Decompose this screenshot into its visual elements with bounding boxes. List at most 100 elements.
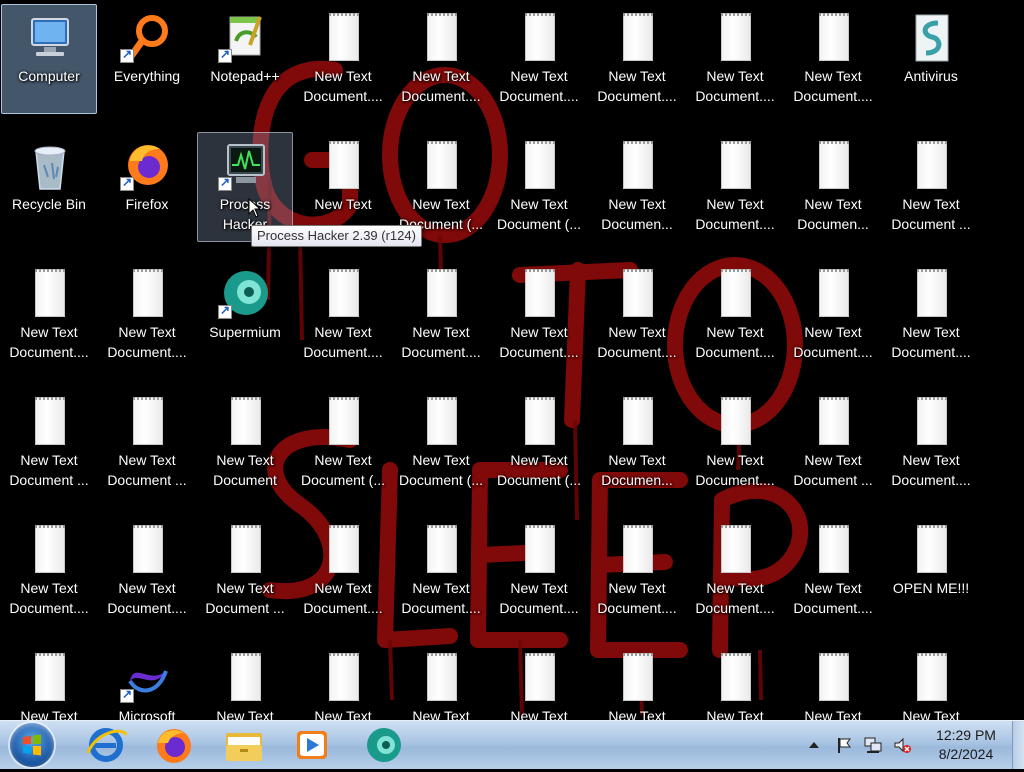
desktop-icon-new-text-document[interactable]: New Text Document.... bbox=[687, 132, 783, 242]
desktop-icon-label: Recycle Bin bbox=[12, 196, 86, 212]
text-document-icon bbox=[418, 139, 466, 193]
desktop-icon-new-text-document[interactable]: New Text Document.... bbox=[295, 4, 391, 114]
taskbar-media-player[interactable] bbox=[282, 723, 342, 767]
action-center-flag-icon[interactable] bbox=[834, 735, 854, 755]
internet-explorer-icon bbox=[86, 728, 128, 762]
desktop-icon-new-text-document[interactable]: New Text Document.... bbox=[1, 516, 97, 626]
media-player-icon bbox=[297, 731, 327, 759]
desktop-icon-new-text-document[interactable]: New Text Document.... bbox=[393, 260, 489, 370]
taskbar: 12:29 PM 8/2/2024 bbox=[0, 720, 1024, 769]
desktop-icon-new-text-document[interactable]: New Text Document.... bbox=[883, 260, 979, 370]
desktop-icon-antivirus[interactable]: Antivirus bbox=[883, 4, 979, 114]
desktop-icon-new-text[interactable]: New Text bbox=[687, 644, 783, 720]
taskbar-windows-explorer[interactable] bbox=[214, 723, 274, 767]
desktop-icon-new-text-document[interactable]: New Text Document.... bbox=[785, 516, 881, 626]
desktop-icon-new-text-document[interactable]: New Text Document ... bbox=[883, 132, 979, 242]
system-clock[interactable]: 12:29 PM 8/2/2024 bbox=[926, 726, 1006, 764]
text-document-icon bbox=[418, 395, 466, 449]
text-document-icon bbox=[516, 395, 564, 449]
taskbar-supermium[interactable] bbox=[354, 723, 414, 767]
desktop-icon-recycle-bin[interactable]: Recycle Bin bbox=[1, 132, 97, 242]
desktop-icon-new-text[interactable]: New Text bbox=[393, 644, 489, 720]
desktop-icon-new-text[interactable]: New Text bbox=[491, 644, 587, 720]
desktop-icon-new-text-document[interactable]: New Text Document.... bbox=[883, 388, 979, 498]
desktop-icon-new-text-document[interactable]: New Text Document.... bbox=[295, 516, 391, 626]
desktop-icon-label: Computer bbox=[18, 68, 80, 84]
desktop-icon-label: New Text Document.... bbox=[695, 68, 775, 104]
desktop-icon-new-text-document[interactable]: New Text Document.... bbox=[1, 260, 97, 370]
network-icon[interactable] bbox=[863, 735, 883, 755]
desktop-icon-new-text-document[interactable]: New Text Document bbox=[197, 388, 293, 498]
desktop-icon-new-text-document[interactable]: New Text Document.... bbox=[687, 260, 783, 370]
desktop-icon-new-text-document[interactable]: New Text Document.... bbox=[687, 388, 783, 498]
desktop-icon-new-text-document[interactable]: New Text Document.... bbox=[99, 260, 195, 370]
text-document-icon bbox=[908, 139, 956, 193]
desktop-icon-new-text-document[interactable]: New Text Document.... bbox=[785, 4, 881, 114]
desktop-icon-new-text-document[interactable]: New Text Document.... bbox=[491, 516, 587, 626]
desktop-icon-new-text-document[interactable]: New Text Document.... bbox=[491, 4, 587, 114]
desktop-icon-label: Supermium bbox=[209, 324, 281, 340]
desktop-icon-new-text-document[interactable]: New Text Document ... bbox=[197, 516, 293, 626]
text-document-icon bbox=[614, 395, 662, 449]
desktop-icon-new-text-document[interactable]: New Text Document (... bbox=[393, 388, 489, 498]
desktop-icon-new-text-documen[interactable]: New Text Documen... bbox=[589, 388, 685, 498]
desktop-icon-new-text-document[interactable]: New Text Document ... bbox=[785, 388, 881, 498]
desktop-icon-new-text[interactable]: New Text bbox=[785, 644, 881, 720]
desktop-icon-computer[interactable]: Computer bbox=[1, 4, 97, 114]
text-document-icon bbox=[320, 651, 368, 705]
recycle-icon bbox=[26, 139, 74, 193]
text-document-icon bbox=[908, 523, 956, 577]
desktop-icon-label: Antivirus bbox=[904, 68, 958, 84]
taskbar-internet-explorer[interactable] bbox=[76, 723, 136, 767]
desktop-icon-supermium[interactable]: Supermium bbox=[197, 260, 293, 370]
desktop-icon-label: New Text Document.... bbox=[597, 324, 677, 360]
desktop-icon-new-text-document[interactable]: New Text Document.... bbox=[687, 516, 783, 626]
start-button[interactable] bbox=[10, 723, 54, 767]
desktop-icon-label: New Text Document ... bbox=[205, 580, 285, 616]
desktop-icon-new-text[interactable]: New Text bbox=[295, 644, 391, 720]
desktop-icon-new-text-document[interactable]: New Text Document (... bbox=[295, 388, 391, 498]
volume-muted-icon[interactable] bbox=[892, 735, 912, 755]
process-hacker-tooltip: Process Hacker 2.39 (r124) bbox=[251, 225, 422, 247]
desktop-icon-label: New Text bbox=[314, 708, 372, 720]
desktop-icon-label: New Text Document.... bbox=[303, 580, 383, 616]
show-desktop-button[interactable] bbox=[1012, 721, 1024, 769]
desktop-icon-new-text[interactable]: New Text bbox=[589, 644, 685, 720]
desktop-icon-new-text-document[interactable]: New Text Document.... bbox=[589, 260, 685, 370]
text-document-icon bbox=[614, 139, 662, 193]
desktop-icon-new-text-document[interactable]: New Text Document.... bbox=[393, 516, 489, 626]
desktop-icon-new-text-document[interactable]: New Text Document.... bbox=[589, 516, 685, 626]
text-document-icon bbox=[320, 139, 368, 193]
shortcut-arrow-icon bbox=[120, 175, 134, 191]
desktop-icon-notepad[interactable]: Notepad++ bbox=[197, 4, 293, 114]
desktop-icon-label: New Text Document.... bbox=[793, 68, 873, 104]
desktop[interactable]: Computer Everything Notepad++ New TextDocum… bbox=[0, 0, 1024, 720]
desktop-icon-microsoft[interactable]: Microsoft bbox=[99, 644, 195, 720]
desktop-icon-new-text-document[interactable]: New Text Document (... bbox=[491, 388, 587, 498]
desktop-icon-new-text-document[interactable]: New Text Document.... bbox=[99, 516, 195, 626]
desktop-icon-new-text[interactable]: New Text bbox=[197, 644, 293, 720]
desktop-icon-new-text-document[interactable]: New Text Document.... bbox=[393, 4, 489, 114]
desktop-icon-open-me[interactable]: OPEN ME!!! bbox=[883, 516, 979, 626]
show-hidden-icons-arrow[interactable] bbox=[804, 735, 824, 755]
desktop-icon-new-text[interactable]: New Text bbox=[1, 644, 97, 720]
desktop-icon-firefox[interactable]: Firefox bbox=[99, 132, 195, 242]
desktop-icon-new-text-document[interactable]: New Text Document.... bbox=[491, 260, 587, 370]
desktop-icon-label: New Text Document.... bbox=[401, 580, 481, 616]
text-document-icon bbox=[320, 523, 368, 577]
desktop-icon-new-text-document[interactable]: New Text Document.... bbox=[785, 260, 881, 370]
desktop-icon-new-text[interactable]: New Text bbox=[883, 644, 979, 720]
text-document-icon bbox=[810, 139, 858, 193]
desktop-icon-new-text-document[interactable]: New Text Document ... bbox=[1, 388, 97, 498]
desktop-icon-new-text-documen[interactable]: New Text Documen... bbox=[785, 132, 881, 242]
taskbar-firefox[interactable] bbox=[144, 723, 204, 767]
desktop-icon-new-text-document[interactable]: New Text Document.... bbox=[589, 4, 685, 114]
desktop-icon-new-text-document[interactable]: New Text Document ... bbox=[99, 388, 195, 498]
desktop-icon-new-text-documen[interactable]: New Text Documen... bbox=[589, 132, 685, 242]
text-document-icon bbox=[26, 267, 74, 321]
desktop-icon-everything[interactable]: Everything bbox=[99, 4, 195, 114]
desktop-icon-label: New Text Document.... bbox=[695, 196, 775, 232]
desktop-icon-new-text-document[interactable]: New Text Document.... bbox=[295, 260, 391, 370]
desktop-icon-new-text-document[interactable]: New Text Document.... bbox=[687, 4, 783, 114]
desktop-icon-new-text-document[interactable]: New Text Document (... bbox=[491, 132, 587, 242]
